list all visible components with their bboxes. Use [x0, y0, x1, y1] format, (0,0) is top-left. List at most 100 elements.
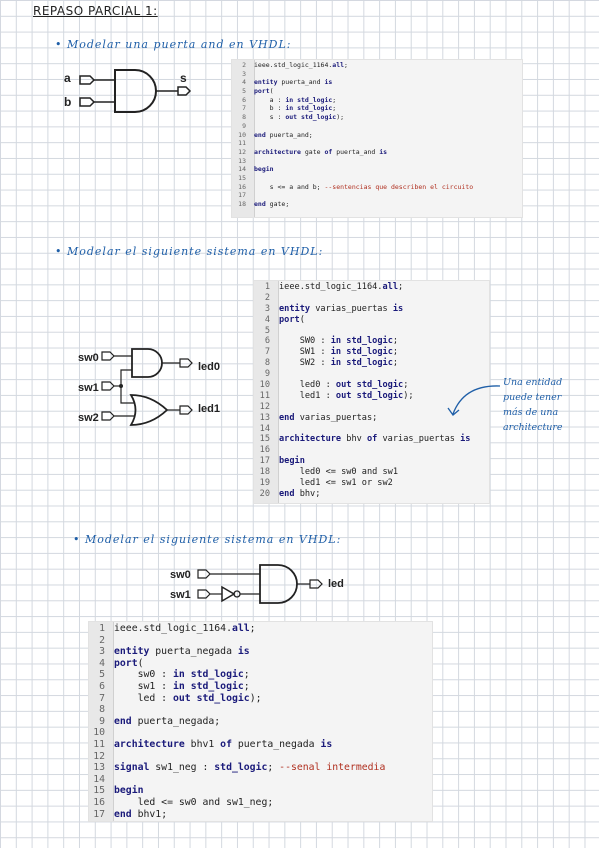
output-label-led1: led1	[198, 403, 220, 415]
code-line: 13	[232, 157, 522, 166]
code-text: architecture bhv1 of puerta_negada is	[114, 738, 333, 750]
line-number: 13	[238, 156, 246, 165]
line-number: 5	[264, 325, 270, 336]
code-text: led0 <= sw0 and sw1	[279, 467, 398, 478]
code-text: ieee.std_logic_1164.all;	[254, 61, 348, 69]
line-number: 5	[242, 87, 246, 96]
code-text: begin	[279, 456, 305, 467]
code-text: ieee.std_logic_1164.all;	[114, 623, 256, 634]
line-number: 9	[242, 121, 246, 130]
code-line: 12	[89, 751, 432, 763]
line-number: 10	[93, 727, 105, 739]
line-number: 11	[259, 390, 270, 401]
code-line: 16	[254, 445, 489, 456]
code-text: SW0 : in std_logic;	[279, 336, 399, 347]
code-line: 5	[254, 326, 489, 337]
code-line: 20 end bhv;	[254, 489, 489, 500]
line-number: 8	[264, 358, 270, 369]
code-line: 3	[232, 70, 522, 79]
code-line: 18 end gate;	[232, 200, 522, 209]
line-number: 2	[99, 634, 105, 646]
line-number: 11	[238, 139, 246, 148]
input-label-sw1: sw1	[78, 382, 99, 394]
line-number: 13	[93, 762, 105, 774]
code-text: ieee.std_logic_1164.all;	[279, 282, 404, 292]
line-number: 8	[242, 113, 246, 122]
code-line: 10 end puerta_and;	[232, 131, 522, 140]
line-number: 13	[259, 412, 270, 423]
line-number: 15	[259, 434, 270, 445]
section-2-heading: • Modelar el siguiente sistema en VHDL:	[55, 245, 324, 258]
line-number: 4	[99, 657, 105, 669]
line-number: 14	[238, 165, 246, 174]
code-text: SW2 : in std_logic;	[279, 358, 399, 369]
code-lines: 2 ieee.std_logic_1164.all; 3 4 entity puerta…	[232, 60, 522, 209]
line-number: 14	[93, 773, 105, 785]
code-text: led0 : out std_logic;	[279, 380, 409, 391]
code-line: 7 b : in std_logic;	[232, 104, 522, 113]
code-line: 2	[89, 635, 432, 647]
code-line: 6 a : in std_logic;	[232, 96, 522, 105]
code-line: 9	[232, 122, 522, 131]
line-number: 7	[264, 347, 270, 358]
code-line: 6 sw1 : in std_logic;	[89, 681, 432, 693]
line-number: 17	[93, 808, 105, 820]
code-line: 5 sw0 : in std_logic;	[89, 669, 432, 681]
line-number: 16	[93, 796, 105, 808]
code-line: 2	[254, 293, 489, 304]
code-text: port(	[114, 657, 144, 669]
code-line: 8	[89, 704, 432, 716]
input-label-b: b	[64, 95, 71, 109]
code-text: s <= a and b; --sentencias que describen…	[254, 182, 474, 191]
line-number: 1	[264, 282, 270, 292]
line-number: 18	[238, 200, 246, 208]
code-line: 14	[89, 774, 432, 786]
code-line: 4 entity puerta_and is	[232, 78, 522, 87]
code-line: 12 architecture gate of puerta_and is	[232, 148, 522, 157]
input-label-a: a	[64, 71, 71, 85]
line-number: 3	[264, 303, 270, 314]
code-text: entity varias_puertas is	[279, 303, 404, 314]
output-label-led0: led0	[198, 361, 220, 373]
code-line: 14	[254, 424, 489, 435]
code-line: 8 s : out std_logic);	[232, 113, 522, 122]
line-number: 11	[93, 738, 105, 750]
code-line: 17	[232, 191, 522, 200]
code-line: 8 SW2 : in std_logic;	[254, 358, 489, 369]
code-line: 15	[232, 174, 522, 183]
code-text: begin	[254, 165, 274, 174]
code-line: 4 port(	[89, 658, 432, 670]
line-number: 18	[259, 467, 270, 478]
line-number: 7	[99, 692, 105, 704]
input-label-sw0: sw0	[170, 569, 191, 581]
code-block-1: 2 ieee.std_logic_1164.all; 3 4 entity puerta…	[231, 59, 523, 218]
code-line: 17 end bhv1;	[89, 809, 432, 821]
input-label-sw1: sw1	[170, 589, 191, 601]
line-number: 12	[238, 147, 246, 156]
line-number: 6	[264, 336, 270, 347]
code-text: architecture bhv of varias_puertas is	[279, 434, 471, 445]
margin-note: Una entidad puede tener más de una archi…	[503, 377, 563, 433]
code-line: 11	[232, 139, 522, 148]
code-text: end bhv1;	[114, 808, 168, 820]
line-number: 16	[259, 445, 270, 456]
line-number: 17	[238, 191, 246, 200]
line-number: 17	[259, 456, 270, 467]
and-gate-diagram: a b s	[64, 69, 192, 113]
code-text: led1 <= sw1 or sw2	[279, 478, 393, 489]
line-number: 6	[99, 680, 105, 692]
code-line: 15 architecture bhv of varias_puertas is	[254, 434, 489, 445]
code-text: end gate;	[254, 200, 290, 208]
code-line: 16 led <= sw0 and sw1_neg;	[89, 797, 432, 809]
code-text: SW1 : in std_logic;	[279, 347, 399, 358]
code-line: 9	[254, 369, 489, 380]
code-line: 17 begin	[254, 456, 489, 467]
code-line: 11 architecture bhv1 of puerta_negada is	[89, 739, 432, 751]
line-number: 15	[93, 785, 105, 797]
line-number: 4	[264, 314, 270, 325]
code-line: 1 ieee.std_logic_1164.all;	[254, 282, 489, 293]
code-text: b : in std_logic;	[254, 104, 337, 113]
code-text: architecture gate of puerta_and is	[254, 147, 388, 156]
section-1-heading: • Modelar una puerta and en VHDL:	[55, 38, 292, 51]
page-title: REPASO PARCIAL 1:	[33, 4, 158, 18]
